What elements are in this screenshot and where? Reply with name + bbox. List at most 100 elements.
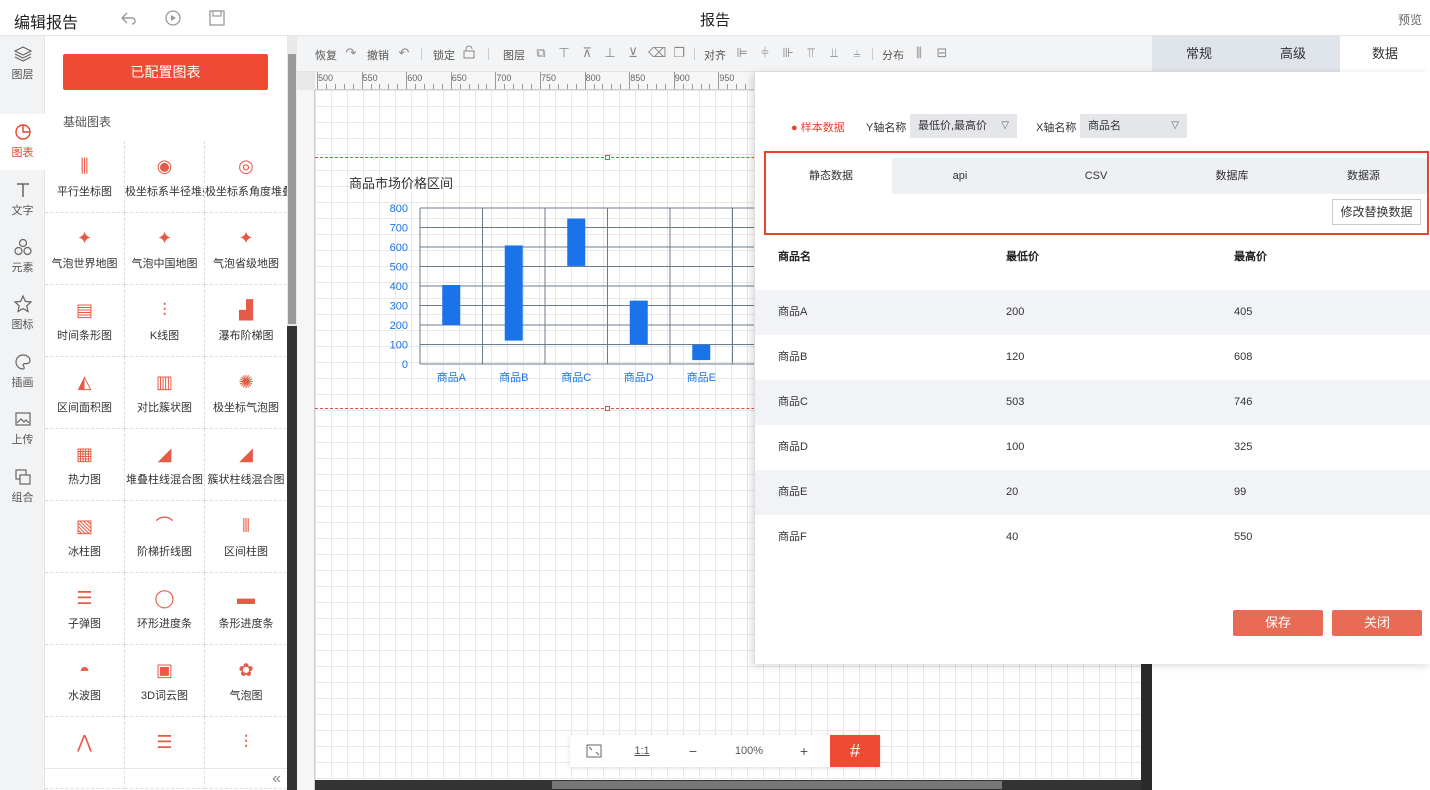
rail-layers[interactable]: 图层 (0, 36, 45, 92)
table-row[interactable]: 商品C 503 746 (755, 380, 1430, 425)
replace-data-button[interactable]: 修改替换数据 (1332, 199, 1421, 225)
distribute-v-icon[interactable]: ⊟ (934, 45, 950, 61)
library-scrollbar[interactable] (287, 36, 297, 790)
align-right-icon[interactable]: ⊪ (780, 45, 796, 61)
chart-type-item[interactable]: ◯ 环形进度条 (125, 573, 205, 645)
canvas-hscrollbar[interactable] (315, 780, 1141, 790)
chart-type-item[interactable]: ◉ 极坐标系半径堆叠 (125, 141, 205, 213)
chart-type-item[interactable]: ◓ 水波图 (45, 645, 125, 717)
align-left-icon[interactable]: ⊫ (734, 45, 750, 61)
tab-datasource[interactable]: 数据源 (1300, 158, 1427, 194)
x-axis-select[interactable]: 商品名 ▽ (1080, 114, 1187, 138)
chart-type-item[interactable]: ▬ 条形进度条 (205, 573, 287, 645)
tab-csv[interactable]: CSV (1028, 158, 1164, 194)
zoom-out-button[interactable]: − (666, 735, 720, 767)
chart-type-item[interactable]: ✦ 气泡世界地图 (45, 213, 125, 285)
lock-button[interactable]: 锁定 (433, 47, 455, 63)
rail-elements[interactable]: 元素 (0, 229, 45, 285)
chart-type-item[interactable]: ✦ 气泡省级地图 (205, 213, 287, 285)
chart-type-item[interactable]: ▦ 热力图 (45, 429, 125, 501)
table-row[interactable]: 商品F 40 550 (755, 515, 1430, 560)
rail-illustrations[interactable]: 插画 (0, 344, 45, 400)
align-bottom-icon[interactable]: ⊥ (602, 45, 618, 61)
chart-type-item[interactable]: ✿ 气泡图 (205, 645, 287, 717)
app-title: 编辑报告 (14, 15, 79, 32)
fit-screen-icon[interactable] (570, 735, 618, 767)
redo-icon[interactable]: ↷ (343, 45, 359, 61)
table-cell: 商品C (778, 396, 808, 408)
align-middle-icon[interactable]: ⊼ (579, 45, 595, 61)
rail-group[interactable]: 组合 (0, 459, 45, 515)
delete-icon[interactable]: ⌫ (648, 45, 666, 61)
resize-handle[interactable] (605, 406, 610, 411)
move-down-icon[interactable]: ⊻ (625, 45, 641, 61)
y-axis-select[interactable]: 最低价,最高价 ▽ (910, 114, 1017, 138)
align-button[interactable]: 对齐 (704, 47, 726, 63)
collapse-panel-icon[interactable]: « (45, 768, 287, 790)
divider (694, 48, 695, 60)
rail-charts[interactable]: 图表 (0, 114, 45, 170)
table-row[interactable]: 商品A 200 405 (755, 290, 1430, 335)
chart-type-item[interactable]: ⫼ 平行坐标图 (45, 141, 125, 213)
chart-type-label: 堆叠柱线混合图 (126, 474, 203, 486)
distribute-button[interactable]: 分布 (882, 47, 904, 63)
table-row[interactable]: 商品E 20 99 (755, 470, 1430, 515)
lock-icon[interactable] (461, 45, 477, 61)
table-row[interactable]: 商品D 100 325 (755, 425, 1430, 470)
scroll-thumb[interactable] (288, 54, 296, 324)
align-center-h-icon[interactable]: ⫩ (757, 45, 773, 61)
save-button[interactable]: 保存 (1233, 610, 1323, 636)
chart-type-item[interactable]: ▟ 瀑布阶梯图 (205, 285, 287, 357)
chart-type-item[interactable]: ✺ 极坐标气泡图 (205, 357, 287, 429)
tab-api[interactable]: api (892, 158, 1028, 194)
align-top-icon[interactable]: ⊤ (556, 45, 572, 61)
chart-type-item[interactable]: ▤ 时间条形图 (45, 285, 125, 357)
tab-data[interactable]: 数据 (1340, 36, 1430, 72)
ruler-tick (317, 72, 318, 89)
rail-upload[interactable]: 上传 (0, 401, 45, 457)
configured-charts-button[interactable]: 已配置图表 (63, 54, 268, 90)
align-center-v-icon[interactable]: ⫫ (826, 45, 842, 61)
rail-icons[interactable]: 图标 (0, 286, 45, 342)
chart-type-item[interactable]: ▣ 3D词云图 (125, 645, 205, 717)
redo-button[interactable]: 恢复 (315, 47, 337, 63)
grid-toggle-icon[interactable]: # (830, 735, 880, 767)
save-disk-icon[interactable] (207, 8, 227, 28)
range-bar (567, 218, 586, 266)
preview-button[interactable]: 预览 (1398, 11, 1422, 28)
tab-static-data[interactable]: 静态数据 (770, 158, 892, 194)
zoom-in-button[interactable]: + (778, 735, 830, 767)
tab-database[interactable]: 数据库 (1164, 158, 1300, 194)
chart-type-item[interactable]: ▧ 冰柱图 (45, 501, 125, 573)
chart-type-item[interactable]: ⫴ 区间柱图 (205, 501, 287, 573)
chart-type-item[interactable]: ▥ 对比簇状图 (125, 357, 205, 429)
chart-type-item[interactable]: ◎ 极坐标系角度堆叠 (205, 141, 287, 213)
layer-button[interactable]: 图层 (503, 47, 525, 63)
distribute-h-icon[interactable]: ⫼ (911, 45, 927, 61)
rail-text[interactable]: 文字 (0, 172, 45, 228)
chart-type-item[interactable]: ◭ 区间面积图 (45, 357, 125, 429)
undo-button[interactable]: 撤销 (367, 47, 389, 63)
align-v-icon[interactable]: ⫪ (803, 45, 819, 61)
layer-up-icon[interactable]: ⧉ (533, 45, 549, 61)
chart-type-item[interactable]: ⌒ 阶梯折线图 (125, 501, 205, 573)
table-row[interactable]: 商品B 120 608 (755, 335, 1430, 380)
hscroll-thumb[interactable] (552, 781, 1002, 789)
chart-type-item[interactable]: ◢ 簇状柱线混合图 (205, 429, 287, 501)
play-icon[interactable] (163, 8, 183, 28)
undo-icon[interactable]: ↶ (396, 45, 412, 61)
bar-chart[interactable]: 0 100 200 300 400 500 600 700 800 商品A 商品B 商品C 商品D 商品E (380, 196, 754, 396)
chart-type-item[interactable]: ⫶ K线图 (125, 285, 205, 357)
tab-general[interactable]: 常规 (1152, 36, 1246, 72)
tab-advanced[interactable]: 高级 (1246, 36, 1340, 72)
align-bottom-edge-icon[interactable]: ⫨ (849, 45, 865, 61)
chart-thumbnail-icon: ▦ (75, 444, 93, 464)
chart-type-item[interactable]: ✦ 气泡中国地图 (125, 213, 205, 285)
undo-arrow-icon[interactable] (118, 8, 138, 28)
close-button[interactable]: 关闭 (1332, 610, 1422, 636)
copy-icon[interactable]: ❐ (671, 45, 687, 61)
chart-type-item[interactable]: ☰ 子弹图 (45, 573, 125, 645)
actual-size-button[interactable]: 1:1 (618, 735, 666, 767)
chart-type-item[interactable]: ◢ 堆叠柱线混合图 (125, 429, 205, 501)
resize-handle[interactable] (605, 155, 610, 160)
